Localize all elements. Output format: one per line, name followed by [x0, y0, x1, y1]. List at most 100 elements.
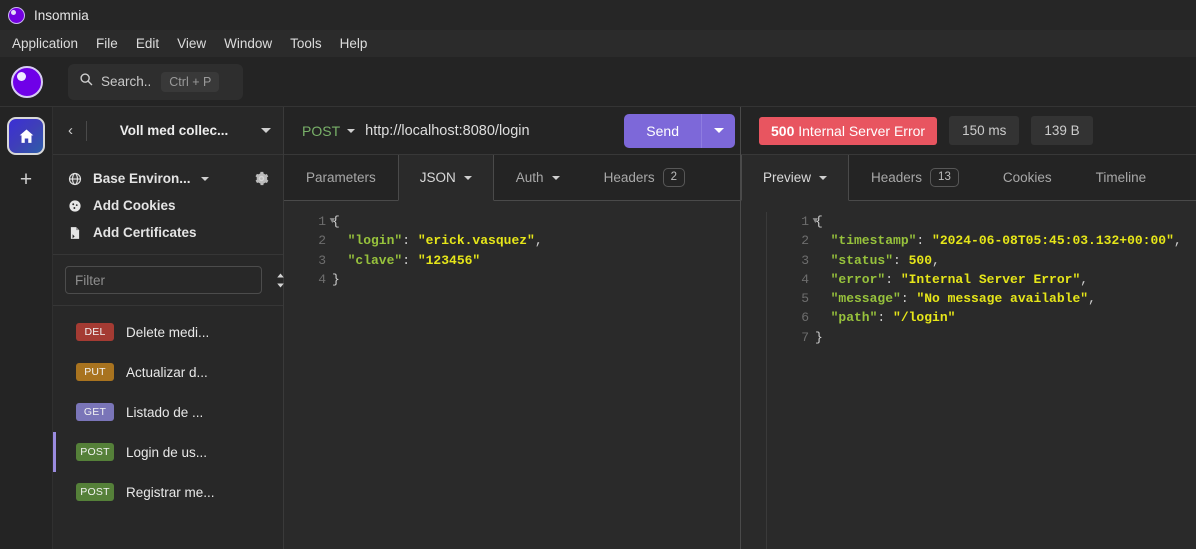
add-certificates-button[interactable]: Add Certificates: [53, 219, 283, 246]
globe-icon: [67, 172, 83, 186]
response-body-code: { "timestamp": "2024-06-08T05:45:03.132+…: [815, 212, 1196, 549]
token-key: "timestamp": [815, 233, 917, 249]
line-number: 1 ▼: [767, 212, 818, 231]
fold-arrow-icon[interactable]: ▼: [813, 212, 818, 231]
send-options-icon[interactable]: [701, 113, 735, 148]
collection-actions: Base Environ... Add Cookies Add Certific…: [53, 155, 283, 255]
filter-input[interactable]: [65, 266, 262, 294]
environment-selector[interactable]: Base Environ...: [53, 165, 283, 192]
menu-item-tools[interactable]: Tools: [281, 33, 331, 54]
token-punc: ,: [1080, 271, 1089, 287]
line-number: 5: [801, 291, 809, 307]
search-input[interactable]: Search.. Ctrl + P: [68, 63, 243, 100]
code-line: {: [815, 212, 1196, 231]
token-key: "status": [815, 252, 894, 268]
chevron-left-icon[interactable]: ‹: [65, 122, 76, 139]
fold-arrow-icon[interactable]: ▼: [330, 212, 335, 231]
response-body-viewer[interactable]: 1 ▼ 2 3 4 5 6 7 { "timestamp": "2024-06-08T05:4…: [741, 201, 1196, 549]
status-text: Internal Server Error: [798, 122, 926, 139]
request-pane: POST http://localhost:8080/login Send Pa…: [284, 107, 741, 549]
status-badge: 500 Internal Server Error: [759, 116, 938, 145]
search-placeholder: Search..: [101, 74, 152, 89]
collection-header: ‹ Voll med collec...: [53, 107, 283, 155]
request-list-item[interactable]: GET Listado de ...: [53, 392, 283, 432]
request-tab-headers[interactable]: Headers 2: [582, 155, 707, 200]
request-list-item[interactable]: DEL Delete medi...: [53, 312, 283, 352]
request-tab-auth[interactable]: Auth: [494, 155, 582, 200]
tab-label: Parameters: [306, 170, 376, 185]
chevron-down-icon[interactable]: [200, 176, 209, 181]
request-tab-parameters[interactable]: Parameters: [284, 155, 398, 200]
token-punc: :: [402, 233, 418, 249]
response-size: 139 B: [1031, 116, 1093, 145]
request-name: Registrar me...: [126, 484, 215, 500]
menu-item-application[interactable]: Application: [3, 33, 87, 54]
menu-item-window[interactable]: Window: [215, 33, 281, 54]
token-punc: ,: [932, 252, 940, 268]
request-list-item[interactable]: PUT Actualizar d...: [53, 352, 283, 392]
response-tab-timeline[interactable]: Timeline: [1074, 155, 1169, 200]
method-badge: GET: [76, 403, 114, 421]
menu-item-view[interactable]: View: [168, 33, 215, 54]
tab-label: Headers: [603, 170, 655, 185]
menu-bar: Application File Edit View Window Tools Help: [0, 30, 1196, 57]
line-number: 2: [318, 233, 326, 249]
code-line: "login": "erick.vasquez",: [332, 231, 740, 250]
request-list-item[interactable]: POST Registrar me...: [53, 472, 283, 512]
app-body: + ‹ Voll med collec... Base Environ... A…: [0, 107, 1196, 549]
token-punc: }: [332, 271, 340, 287]
token-punc: ,: [1088, 291, 1096, 307]
token-punc: :: [916, 233, 933, 249]
menu-item-edit[interactable]: Edit: [127, 33, 168, 54]
tab-label: Cookies: [1002, 170, 1052, 185]
chevron-down-icon: [819, 175, 828, 180]
request-tabs: Parameters JSON Auth Headers 2: [284, 155, 740, 201]
request-url-input[interactable]: http://localhost:8080/login: [365, 123, 624, 139]
add-workspace-icon[interactable]: +: [20, 169, 32, 190]
token-str: "Internal Server Error": [900, 271, 1081, 287]
chevron-down-icon[interactable]: [347, 128, 356, 133]
tab-label: Headers: [871, 170, 923, 185]
response-tab-headers[interactable]: Headers 13: [849, 155, 981, 200]
method-badge: DEL: [76, 323, 114, 341]
method-badge: PUT: [76, 363, 114, 381]
request-url-bar: POST http://localhost:8080/login Send: [284, 107, 740, 155]
request-list-item[interactable]: POST Login de us...: [53, 432, 283, 472]
chevron-down-icon[interactable]: [261, 128, 271, 133]
request-method[interactable]: POST: [302, 123, 340, 139]
response-time: 150 ms: [949, 116, 1020, 145]
search-bar-row: Search.. Ctrl + P: [0, 57, 1196, 107]
insomnia-logo-icon: [8, 6, 25, 24]
add-certificates-label: Add Certificates: [93, 225, 197, 240]
token-str: "/login": [893, 310, 956, 326]
request-tab-json[interactable]: JSON: [397, 155, 494, 201]
line-number: 4: [801, 271, 809, 287]
request-body-editor[interactable]: 1 ▼ 2 3 4 { "login": "erick.vasquez", "clave…: [284, 201, 740, 549]
token-key: "login": [332, 233, 403, 249]
collection-title[interactable]: Voll med collec...: [97, 123, 251, 138]
code-line: "timestamp": "2024-06-08T05:45:03.132+00…: [815, 231, 1196, 250]
line-number: 4: [318, 271, 326, 287]
send-button[interactable]: Send: [624, 113, 701, 148]
add-cookies-button[interactable]: Add Cookies: [53, 192, 283, 219]
response-tab-cookies[interactable]: Cookies: [981, 155, 1074, 200]
request-name: Login de us...: [126, 444, 208, 460]
menu-item-help[interactable]: Help: [331, 33, 377, 54]
code-line: "path": "/login": [815, 308, 1196, 327]
certificate-icon: [67, 226, 83, 240]
token-punc: :: [900, 291, 917, 307]
environment-label: Base Environ...: [93, 171, 191, 186]
token-str: "erick.vasquez": [417, 233, 535, 249]
home-icon[interactable]: [7, 117, 45, 155]
token-punc: :: [877, 310, 894, 326]
menu-item-file[interactable]: File: [87, 33, 127, 54]
response-line-numbers: 1 ▼ 2 3 4 5 6 7: [767, 212, 818, 549]
response-gutter-pad: [741, 212, 767, 549]
request-body-code[interactable]: { "login": "erick.vasquez", "clave": "12…: [332, 212, 740, 549]
response-tabs: Preview Headers 13 Cookies Timeline: [741, 155, 1196, 201]
workspace-rail: +: [0, 107, 53, 549]
gear-icon[interactable]: [254, 171, 269, 186]
response-tab-preview[interactable]: Preview: [741, 155, 850, 201]
filter-row: [53, 255, 316, 306]
collection-sidebar: ‹ Voll med collec... Base Environ... Add…: [53, 107, 316, 549]
